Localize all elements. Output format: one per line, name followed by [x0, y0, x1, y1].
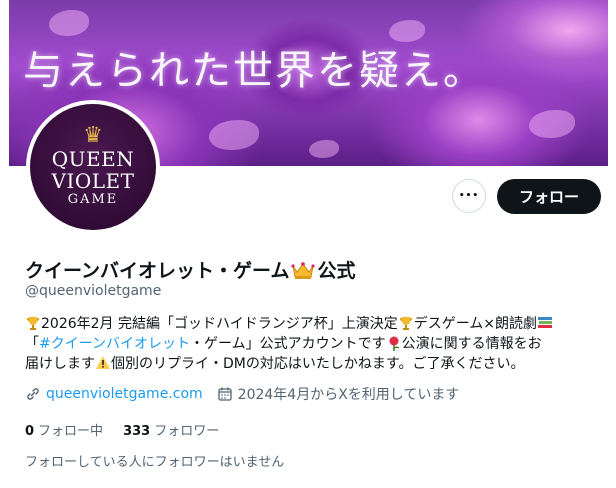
logo-text-game: GAME: [67, 192, 119, 207]
follow-button[interactable]: フォロー: [497, 179, 601, 214]
avatar-logo: ♛ QUEEN VIOLET GAME: [30, 104, 156, 230]
display-name-suffix: 公式: [317, 260, 356, 282]
logo-text-queen: QUEEN: [51, 147, 135, 171]
followed-by-note: フォローしている人にフォロワーはいません: [25, 455, 285, 470]
link-icon: [27, 388, 39, 400]
follow-stats: 0 フォロー中 333 フォロワー: [25, 420, 219, 439]
logo-text-violet: VIOLET: [51, 169, 135, 193]
profile-bio: 2026年2月 完結編「ゴッドハイドランジア杯」上演決定 デスゲーム×朗読劇 「#…: [25, 314, 595, 374]
rose-icon: [389, 336, 400, 351]
banner-tagline: 与えられた世界を疑え。: [23, 48, 485, 94]
trophy-icon: [27, 317, 39, 330]
more-icon: •••: [458, 191, 480, 201]
crown-icon: ♛: [83, 123, 103, 148]
books-icon: [538, 317, 553, 328]
join-date: 2024年4月からXを利用しています: [237, 387, 460, 403]
trophy-icon: [399, 317, 412, 330]
profile-meta: queenvioletgame.com 2024年4月からXを利用しています: [25, 384, 459, 404]
hashtag-link[interactable]: #クイーンバイオレット: [39, 336, 190, 352]
avatar[interactable]: ♛ QUEEN VIOLET GAME: [26, 100, 160, 234]
calendar-icon: [218, 387, 232, 401]
display-name-text: クイーンバイオレット・ゲーム: [25, 260, 290, 282]
more-options-button[interactable]: •••: [452, 179, 486, 213]
warning-icon: [96, 356, 110, 369]
followers-stat[interactable]: 333 フォロワー: [123, 420, 219, 439]
user-handle: @queenvioletgame: [25, 283, 162, 299]
following-stat[interactable]: 0 フォロー中: [25, 420, 103, 439]
crown-icon: [291, 260, 316, 280]
website-link[interactable]: queenvioletgame.com: [46, 386, 203, 402]
display-name: クイーンバイオレット・ゲーム 公式: [25, 256, 356, 283]
